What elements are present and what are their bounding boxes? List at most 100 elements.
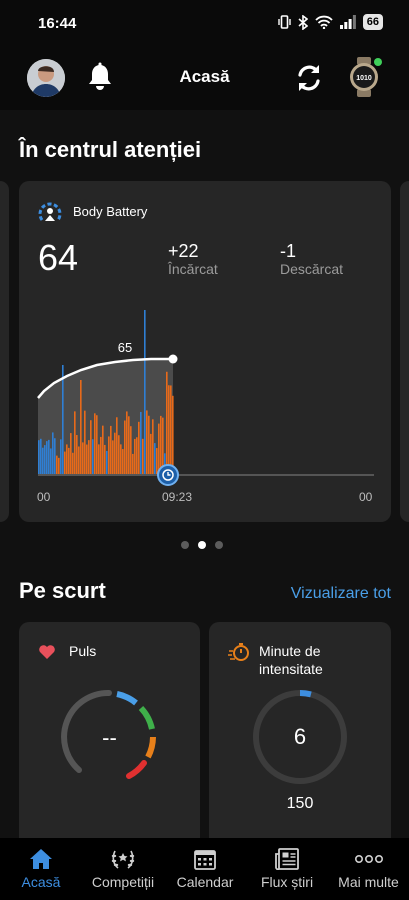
- pulse-card[interactable]: Puls --: [19, 622, 200, 852]
- stress-bar: [160, 415, 162, 475]
- bluetooth-icon: [298, 14, 308, 30]
- stress-bar: [44, 445, 46, 475]
- stress-bar: [104, 444, 106, 475]
- nav-item-home[interactable]: Acasă: [14, 838, 68, 900]
- x-axis-end-label: 00: [359, 490, 373, 504]
- stress-bar: [92, 439, 94, 475]
- stress-bar: [94, 413, 96, 475]
- stress-bar: [132, 453, 134, 475]
- stress-bar: [138, 421, 140, 475]
- stress-bar: [54, 438, 56, 475]
- stress-bar: [118, 435, 120, 475]
- previous-card-peek[interactable]: [0, 181, 9, 522]
- next-card-peek[interactable]: [400, 181, 409, 522]
- stress-bar: [170, 385, 172, 475]
- stress-bar: [172, 395, 174, 475]
- stress-bar: [122, 449, 124, 475]
- stress-bar: [146, 410, 148, 475]
- stress-bar: [60, 439, 62, 475]
- stress-bar: [120, 444, 122, 475]
- calendar-icon: [194, 850, 216, 870]
- vibrate-icon: [278, 15, 291, 29]
- stress-bar: [130, 426, 132, 475]
- body-battery-card[interactable]: Body Battery 64 +22 Încărcat -1 Descărca…: [19, 181, 391, 522]
- nav-item-competitions[interactable]: Competiții: [84, 838, 162, 900]
- bottom-navigation: Acasă Competiții Calendar Flux știri Mai…: [0, 838, 409, 900]
- intensity-title: Minute de intensitate: [259, 642, 323, 678]
- device-button[interactable]: 1010: [348, 57, 384, 102]
- stress-bar: [168, 385, 170, 475]
- stress-bar: [150, 433, 152, 475]
- stress-bar: [62, 365, 64, 475]
- stress-bar: [72, 452, 74, 475]
- sync-button[interactable]: [293, 62, 325, 99]
- stress-bar: [88, 440, 90, 475]
- newsfeed-icon: [275, 848, 299, 870]
- wifi-icon: [315, 15, 333, 29]
- peak-label: 65: [118, 340, 132, 355]
- svg-text:1010: 1010: [356, 75, 372, 82]
- stress-bar: [38, 440, 40, 475]
- carousel-dot[interactable]: [181, 541, 189, 549]
- stress-bar: [90, 420, 92, 475]
- stress-bar: [148, 415, 150, 475]
- nav-label-newsfeed: Flux știri: [260, 874, 314, 890]
- intensity-minutes-card[interactable]: Minute de intensitate 6 150: [209, 622, 391, 852]
- intensity-title-line1: Minute de: [259, 643, 321, 659]
- x-axis-current-label: 09:23: [162, 490, 193, 504]
- stress-bar: [70, 433, 72, 475]
- stress-bar: [154, 443, 156, 475]
- stress-bar: [48, 439, 50, 475]
- carousel-dot[interactable]: [215, 541, 223, 549]
- stress-bar: [140, 411, 142, 475]
- stress-bar: [112, 440, 114, 475]
- more-icon: [354, 854, 383, 864]
- nav-item-calendar[interactable]: Calendar: [170, 838, 240, 900]
- stress-bar: [74, 411, 76, 475]
- stress-bar: [86, 444, 88, 475]
- stress-bar: [98, 444, 100, 475]
- home-icon: [30, 849, 52, 869]
- stress-bar: [110, 425, 112, 475]
- view-all-link[interactable]: Vizualizare tot: [291, 585, 391, 603]
- pulse-value: --: [102, 725, 117, 750]
- nav-label-more: Mai multe: [338, 874, 399, 890]
- carousel-dot[interactable]: [198, 541, 206, 549]
- stress-bar: [78, 446, 80, 475]
- stress-bar: [58, 457, 60, 475]
- stress-bar: [46, 441, 48, 475]
- current-level-marker: [168, 354, 178, 364]
- battery-indicator: 66: [362, 14, 383, 30]
- summary-title: Pe scurt: [19, 578, 106, 603]
- stress-bar: [42, 447, 44, 475]
- stress-bar: [128, 416, 130, 475]
- carousel-dots: [181, 541, 223, 549]
- intensity-value: 6: [293, 724, 307, 749]
- stress-bar: [96, 415, 98, 475]
- intensity-title-line2: intensitate: [259, 661, 323, 677]
- stress-bar: [68, 447, 70, 475]
- status-icons: 66: [278, 14, 383, 30]
- watch-icon: 1010: [350, 57, 382, 97]
- intensity-goal: 150: [286, 795, 314, 812]
- nav-item-newsfeed[interactable]: Flux știri: [252, 838, 322, 900]
- stress-bar: [76, 435, 78, 475]
- x-axis-start-label: 00: [37, 490, 51, 504]
- spotlight-title: În centrul atenției: [19, 137, 202, 162]
- intensity-icon: [228, 643, 249, 661]
- stress-bar: [136, 437, 138, 475]
- body-battery-chart: 65: [37, 310, 374, 486]
- stress-bar: [80, 380, 82, 475]
- stress-bar: [102, 425, 104, 475]
- stress-bar: [156, 448, 158, 475]
- status-time: 16:44: [38, 15, 77, 32]
- stress-bar: [66, 444, 68, 475]
- stress-bar: [108, 436, 110, 475]
- stress-bar: [106, 450, 108, 475]
- heart-icon: [39, 645, 55, 659]
- stress-bar: [116, 417, 118, 475]
- intensity-progress-arc: [299, 689, 312, 698]
- nav-item-more[interactable]: Mai multe: [330, 838, 407, 900]
- stress-bar: [100, 436, 102, 475]
- stress-bar: [50, 448, 52, 475]
